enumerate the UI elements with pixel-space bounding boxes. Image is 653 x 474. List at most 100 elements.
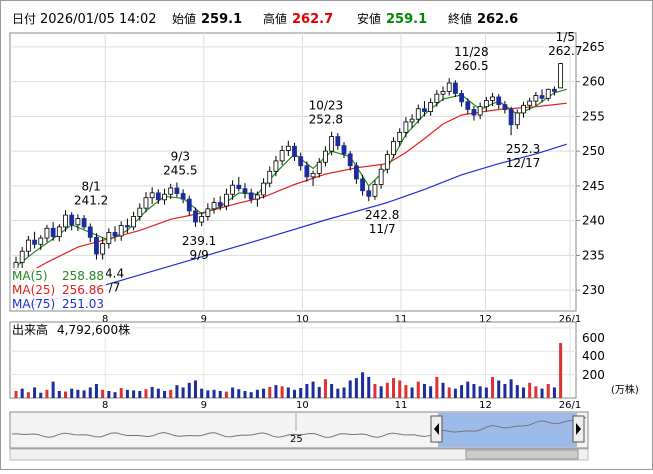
volume-bar: [435, 376, 439, 398]
low-label: 安値: [357, 11, 381, 26]
volume-tick-200: 200: [582, 368, 605, 382]
volume-bar: [447, 387, 451, 398]
candle-body: [360, 178, 365, 192]
volume-bar: [249, 392, 253, 398]
volume-bar: [175, 385, 179, 398]
volume-bar: [491, 376, 495, 398]
candle-body: [162, 193, 167, 201]
navigator-right-handle[interactable]: [572, 415, 585, 443]
volume-bar: [163, 390, 167, 398]
legend-ma5-value: 258.88: [62, 269, 104, 283]
volume-bar: [559, 343, 563, 398]
candle-body: [453, 82, 458, 94]
candle-body: [347, 153, 353, 167]
candle-body: [508, 109, 514, 126]
volume-x-tick-label: 12: [479, 400, 492, 411]
volume-bar: [14, 390, 18, 398]
candle-body: [490, 96, 495, 101]
candle-body: [174, 187, 180, 194]
volume-value: 4,792,600株: [57, 322, 130, 337]
candle-body: [168, 187, 174, 195]
candle-body: [514, 112, 520, 126]
navigator-scrollbar-thumb[interactable]: [465, 449, 579, 460]
candle-body: [193, 210, 198, 223]
volume-bar: [534, 386, 538, 398]
volume-tick-600: 600: [582, 331, 605, 345]
volume-bar: [268, 386, 272, 398]
volume-bar: [515, 385, 519, 398]
candle-body: [211, 202, 217, 210]
volume-bar: [243, 390, 247, 398]
candle-body: [292, 145, 297, 158]
candle-body: [372, 184, 378, 197]
annotation-value: 260.5: [454, 59, 488, 73]
candle-body: [242, 188, 248, 194]
candle-body: [56, 226, 62, 238]
volume-x-tick-label: 8: [102, 400, 108, 411]
candle-body: [118, 225, 124, 237]
candle-body: [199, 216, 205, 223]
volume-bar: [51, 381, 55, 398]
volume-bar: [521, 387, 525, 398]
navigator-left-handle[interactable]: [430, 415, 443, 443]
y-tick-label: 250: [582, 144, 605, 158]
low-value: 259.1: [386, 12, 427, 27]
annotation-date: 1/5: [556, 30, 575, 44]
volume-bar: [404, 385, 408, 398]
annotation-value: 241.2: [74, 193, 108, 207]
volume-x-tick-label: 10: [296, 400, 309, 411]
candle-body: [143, 197, 149, 209]
candle-body: [558, 63, 564, 89]
candle-body: [502, 104, 508, 110]
y-tick-label: 240: [582, 214, 605, 228]
candle-body: [149, 192, 155, 199]
open-label: 始値: [172, 11, 196, 26]
annotation-date: 11/28: [454, 45, 489, 59]
volume-bar: [484, 387, 488, 398]
volume-bar: [101, 389, 105, 398]
candle-body: [63, 214, 68, 228]
close-value: 262.6: [477, 12, 518, 27]
volume-bar: [528, 382, 532, 398]
candle-body: [304, 165, 310, 178]
volume-x-tick-label: 9: [201, 400, 207, 411]
volume-bar: [398, 380, 402, 398]
annotation-value: 262.7: [548, 44, 582, 58]
high-value: 262.7: [292, 12, 333, 27]
volume-bar: [82, 390, 86, 398]
candle-body: [137, 207, 143, 217]
navigator-selected-range[interactable]: [438, 413, 577, 447]
candle-body: [155, 192, 161, 201]
candle-body: [539, 95, 545, 99]
candle-body: [552, 88, 557, 92]
volume-bar: [361, 372, 365, 398]
volume-bar: [187, 382, 191, 398]
volume-bar: [317, 386, 321, 398]
legend-ma25-value: 256.86: [62, 283, 104, 297]
volume-bar: [292, 389, 296, 398]
candle-body: [186, 198, 192, 212]
candle-body: [205, 208, 211, 217]
candle-body: [236, 184, 242, 190]
open-value: 259.1: [201, 12, 242, 27]
volume-bar: [441, 382, 445, 398]
volume-bar: [70, 388, 74, 398]
volume-bar: [255, 389, 259, 398]
volume-bar: [503, 383, 507, 398]
annotation-date: 11/7: [369, 222, 396, 236]
annotation-value: 4.4: [105, 267, 124, 281]
volume-bar: [64, 391, 68, 398]
volume-tick-400: 400: [582, 349, 605, 363]
volume-bar: [373, 383, 377, 398]
candle-body: [335, 136, 341, 146]
candle-body: [440, 90, 446, 95]
candle-body: [397, 131, 403, 142]
candle-body: [483, 100, 489, 108]
volume-bar: [323, 379, 327, 398]
volume-bar: [113, 392, 117, 398]
range-navigator[interactable]: 25: [9, 411, 589, 461]
candle-body: [131, 216, 136, 228]
volume-unit: (万株): [611, 383, 639, 396]
candle-body: [422, 108, 427, 112]
volume-bar: [280, 386, 284, 398]
